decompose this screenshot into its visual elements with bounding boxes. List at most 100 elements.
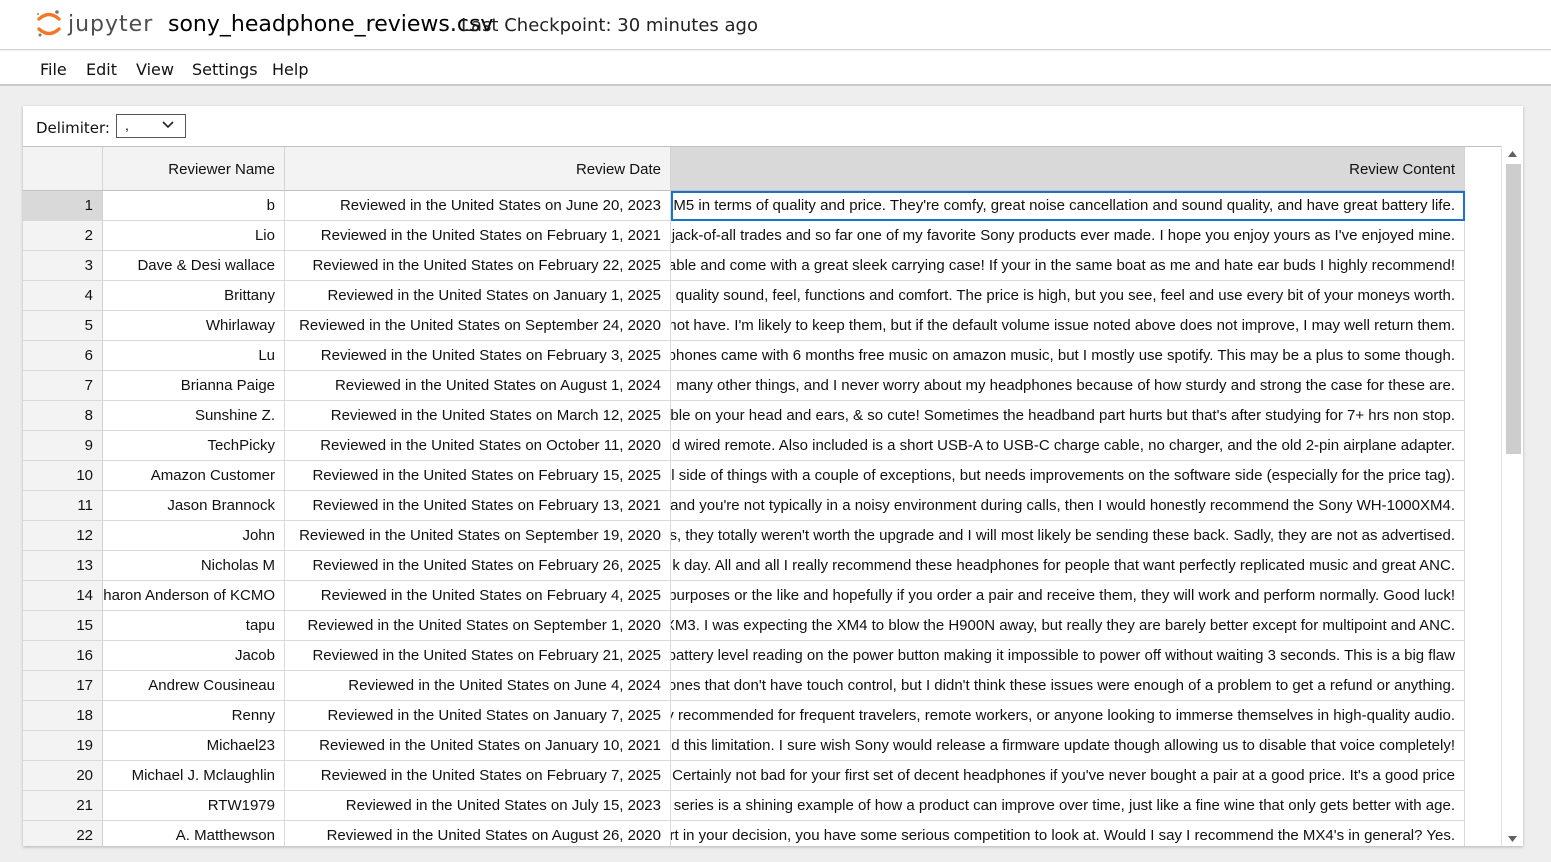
column-header-review-date[interactable]: Review Date: [285, 147, 671, 191]
review-date-cell[interactable]: Reviewed in the United States on July 15…: [285, 791, 671, 821]
row-number-cell[interactable]: 12: [23, 521, 103, 551]
reviewer-name-cell[interactable]: TechPicky: [103, 431, 285, 461]
row-number-cell[interactable]: 4: [23, 281, 103, 311]
table-row[interactable]: 21 RTW1979 Reviewed in the United States o…: [23, 791, 1501, 821]
menu-file[interactable]: File: [40, 60, 67, 79]
row-number-cell[interactable]: 14: [23, 581, 103, 611]
row-number-cell[interactable]: 7: [23, 371, 103, 401]
reviewer-name-cell[interactable]: Nicholas M: [103, 551, 285, 581]
table-row[interactable]: 5 Whirlaway Reviewed in the United States …: [23, 311, 1501, 341]
review-content-cell[interactable]: d this limitation. I sure wish Sony woul…: [671, 731, 1465, 761]
table-row[interactable]: 15 tapu Reviewed in the United States on S…: [23, 611, 1501, 641]
reviewer-name-cell[interactable]: Whirlaway: [103, 311, 285, 341]
row-number-cell[interactable]: 5: [23, 311, 103, 341]
review-date-cell[interactable]: Reviewed in the United States on October…: [285, 431, 671, 461]
review-date-cell[interactable]: Reviewed in the United States on Septemb…: [285, 611, 671, 641]
review-content-cell[interactable]: able and come with a great sleek carryin…: [671, 251, 1465, 281]
column-header-review-content[interactable]: Review Content: [671, 147, 1465, 191]
review-content-cell[interactable]: phones came with 6 months free music on …: [671, 341, 1465, 371]
delimiter-select[interactable]: ,: [116, 114, 186, 138]
scroll-track[interactable]: [1504, 164, 1521, 830]
review-content-cell[interactable]: ble on your head and ears, & so cute! So…: [671, 401, 1465, 431]
reviewer-name-cell[interactable]: tapu: [103, 611, 285, 641]
review-date-cell[interactable]: Reviewed in the United States on Septemb…: [285, 521, 671, 551]
review-date-cell[interactable]: Reviewed in the United States on August …: [285, 821, 671, 846]
row-number-cell[interactable]: 21: [23, 791, 103, 821]
row-number-cell[interactable]: 8: [23, 401, 103, 431]
reviewer-name-cell[interactable]: Renny: [103, 701, 285, 731]
review-content-cell[interactable]: k day. All and all I really recommend th…: [671, 551, 1465, 581]
review-content-cell[interactable]: M5 in terms of quality and price. They'r…: [671, 191, 1465, 221]
review-content-cell[interactable]: l side of things with a couple of except…: [671, 461, 1465, 491]
menu-view[interactable]: View: [136, 60, 174, 79]
review-date-cell[interactable]: Reviewed in the United States on Februar…: [285, 491, 671, 521]
menu-settings[interactable]: Settings: [192, 60, 258, 79]
menu-edit[interactable]: Edit: [86, 60, 117, 79]
row-number-cell[interactable]: 2: [23, 221, 103, 251]
table-row[interactable]: 3 Dave & Desi wallace Reviewed in the Unit…: [23, 251, 1501, 281]
review-content-cell[interactable]: d wired remote. Also included is a short…: [671, 431, 1465, 461]
review-date-cell[interactable]: Reviewed in the United States on January…: [285, 731, 671, 761]
reviewer-name-cell[interactable]: Amazon Customer: [103, 461, 285, 491]
table-row[interactable]: 20 Michael J. Mclaughlin Reviewed in the U…: [23, 761, 1501, 791]
row-number-cell[interactable]: 3: [23, 251, 103, 281]
review-content-cell[interactable]: not have. I'm likely to keep them, but i…: [671, 311, 1465, 341]
row-number-cell[interactable]: 1: [23, 191, 103, 221]
reviewer-name-cell[interactable]: Lio: [103, 221, 285, 251]
reviewer-name-cell[interactable]: Jacob: [103, 641, 285, 671]
reviewer-name-cell[interactable]: Sunshine Z.: [103, 401, 285, 431]
reviewer-name-cell[interactable]: haron Anderson of KCMO: [103, 581, 285, 611]
table-row[interactable]: 9 TechPicky Reviewed in the United States …: [23, 431, 1501, 461]
reviewer-name-cell[interactable]: Dave & Desi wallace: [103, 251, 285, 281]
reviewer-name-cell[interactable]: Andrew Cousineau: [103, 671, 285, 701]
row-number-cell[interactable]: 20: [23, 761, 103, 791]
table-row[interactable]: 7 Brianna Paige Reviewed in the United Sta…: [23, 371, 1501, 401]
review-date-cell[interactable]: Reviewed in the United States on Februar…: [285, 581, 671, 611]
table-row[interactable]: 2 Lio Reviewed in the United States on Feb…: [23, 221, 1501, 251]
table-row[interactable]: 17 Andrew Cousineau Reviewed in the United…: [23, 671, 1501, 701]
row-number-cell[interactable]: 15: [23, 611, 103, 641]
scroll-thumb[interactable]: [1506, 164, 1521, 454]
table-row[interactable]: 10 Amazon Customer Reviewed in the United …: [23, 461, 1501, 491]
jupyter-logo[interactable]: jupyter: [36, 8, 153, 40]
column-header-reviewer-name[interactable]: Reviewer Name: [103, 147, 285, 191]
table-row[interactable]: 12 John Reviewed in the United States on S…: [23, 521, 1501, 551]
review-content-cell[interactable]: many other things, and I never worry abo…: [671, 371, 1465, 401]
table-row[interactable]: 1 b Reviewed in the United States on June …: [23, 191, 1501, 221]
review-content-cell[interactable]: s, they totally weren't worth the upgrad…: [671, 521, 1465, 551]
reviewer-name-cell[interactable]: Jason Brannock: [103, 491, 285, 521]
row-number-cell[interactable]: 19: [23, 731, 103, 761]
row-number-cell[interactable]: 10: [23, 461, 103, 491]
row-number-cell[interactable]: 22: [23, 821, 103, 846]
reviewer-name-cell[interactable]: Lu: [103, 341, 285, 371]
review-content-cell[interactable]: purposes or the like and hopefully if yo…: [671, 581, 1465, 611]
table-row[interactable]: 13 Nicholas M Reviewed in the United State…: [23, 551, 1501, 581]
reviewer-name-cell[interactable]: Michael J. Mclaughlin: [103, 761, 285, 791]
row-number-cell[interactable]: 6: [23, 341, 103, 371]
table-row[interactable]: 19 Michael23 Reviewed in the United States…: [23, 731, 1501, 761]
review-date-cell[interactable]: Reviewed in the United States on June 4,…: [285, 671, 671, 701]
table-row[interactable]: 18 Renny Reviewed in the United States on …: [23, 701, 1501, 731]
review-content-cell[interactable]: and you're not typically in a noisy envi…: [671, 491, 1465, 521]
reviewer-name-cell[interactable]: Brianna Paige: [103, 371, 285, 401]
review-date-cell[interactable]: Reviewed in the United States on Februar…: [285, 461, 671, 491]
review-content-cell[interactable]: battery level reading on the power butto…: [671, 641, 1465, 671]
row-number-cell[interactable]: 9: [23, 431, 103, 461]
reviewer-name-cell[interactable]: Brittany: [103, 281, 285, 311]
review-date-cell[interactable]: Reviewed in the United States on Februar…: [285, 251, 671, 281]
review-date-cell[interactable]: Reviewed in the United States on March 1…: [285, 401, 671, 431]
row-number-cell[interactable]: 17: [23, 671, 103, 701]
review-content-cell[interactable]: rt in your decision, you have some serio…: [671, 821, 1465, 846]
review-date-cell[interactable]: Reviewed in the United States on August …: [285, 371, 671, 401]
row-number-cell[interactable]: 18: [23, 701, 103, 731]
row-header-corner[interactable]: [23, 147, 103, 191]
menu-help[interactable]: Help: [272, 60, 308, 79]
review-content-cell[interactable]: ones that don't have touch control, but …: [671, 671, 1465, 701]
review-content-cell[interactable]: jack-of-all trades and so far one of my …: [671, 221, 1465, 251]
review-date-cell[interactable]: Reviewed in the United States on Februar…: [285, 551, 671, 581]
review-date-cell[interactable]: Reviewed in the United States on Februar…: [285, 761, 671, 791]
scroll-down-arrow-icon[interactable]: [1508, 836, 1517, 842]
reviewer-name-cell[interactable]: John: [103, 521, 285, 551]
review-date-cell[interactable]: Reviewed in the United States on June 20…: [285, 191, 671, 221]
review-content-cell[interactable]: Certainly not bad for your first set of …: [671, 761, 1465, 791]
